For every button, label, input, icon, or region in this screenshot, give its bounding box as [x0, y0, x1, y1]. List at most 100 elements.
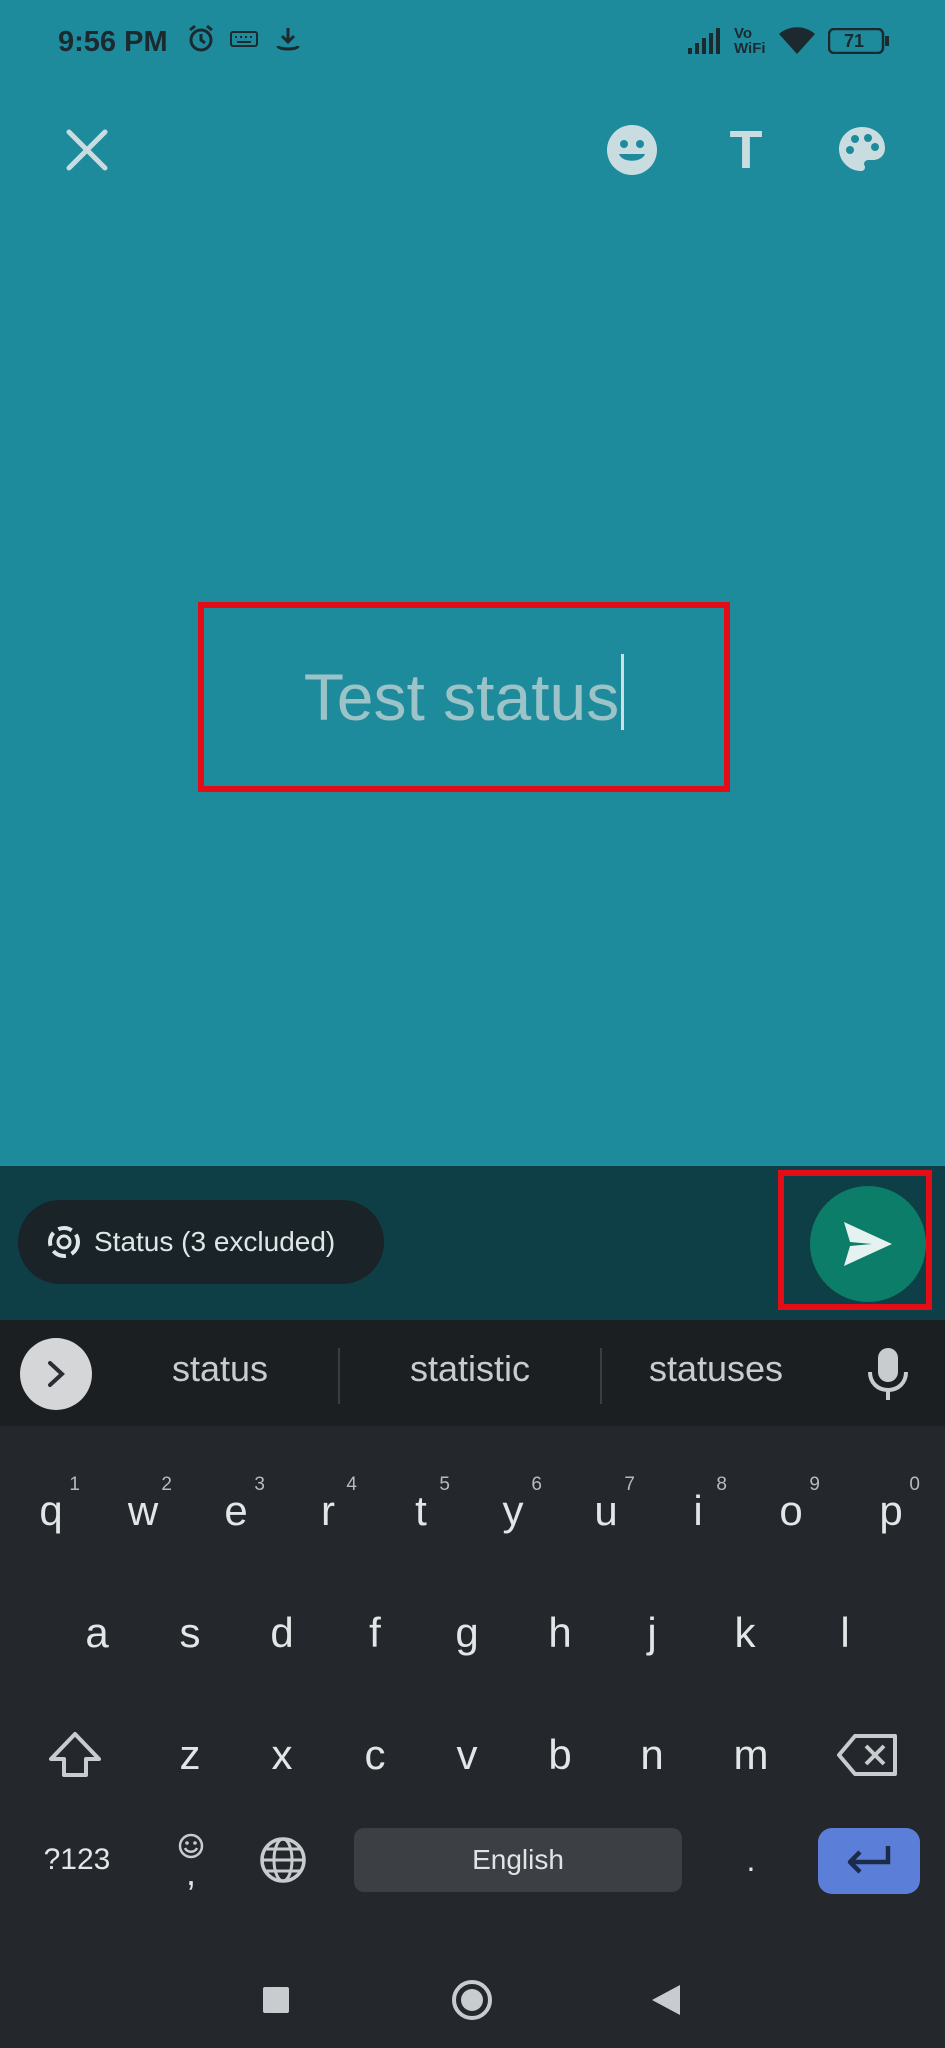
enter-key[interactable]: [818, 1828, 920, 1894]
editor-toolbar: T: [0, 110, 945, 200]
backspace-key[interactable]: [820, 1700, 916, 1810]
status-ring-icon: [46, 1224, 82, 1260]
key-w[interactable]: w2: [100, 1456, 186, 1566]
key-label: v: [456, 1731, 478, 1778]
battery-level: 71: [844, 31, 865, 51]
key-label: a: [85, 1609, 109, 1656]
key-label: e: [224, 1487, 248, 1534]
key-hint: 5: [439, 1474, 450, 1495]
key-label: f: [369, 1609, 381, 1656]
key-i[interactable]: i8: [655, 1456, 741, 1566]
palette-icon: [839, 127, 885, 171]
key-label: c: [364, 1731, 386, 1778]
key-e[interactable]: e3: [193, 1456, 279, 1566]
close-icon: [66, 129, 108, 171]
key-l[interactable]: l: [802, 1578, 888, 1688]
signal-icon: [686, 28, 722, 61]
vowifi-icon: Vo WiFi: [734, 26, 766, 56]
audience-selector[interactable]: Status (3 excluded): [18, 1200, 384, 1284]
wifi-icon: [778, 26, 816, 61]
send-panel: Status (3 excluded): [0, 1166, 945, 1320]
key-label: s: [179, 1609, 201, 1656]
send-icon: [844, 1222, 892, 1266]
key-d[interactable]: d: [239, 1578, 325, 1688]
key-y[interactable]: y6: [470, 1456, 556, 1566]
vowifi-top-text: Vo: [734, 25, 753, 42]
enter-icon: [847, 1846, 891, 1874]
shift-icon: [49, 1732, 101, 1777]
keyboard: status statistic statuses q1 w2 e3 r4 t5…: [0, 1320, 945, 2048]
chevron-right-icon: [48, 1361, 65, 1387]
key-r[interactable]: r4: [285, 1456, 371, 1566]
key-hint: 6: [531, 1474, 542, 1495]
key-v[interactable]: v: [424, 1700, 510, 1810]
audience-label: Status (3 excluded): [94, 1226, 336, 1257]
key-x[interactable]: x: [239, 1700, 325, 1810]
comma-key[interactable]: ,: [148, 1805, 234, 1915]
key-hint: 4: [346, 1474, 357, 1495]
language-key[interactable]: [240, 1805, 326, 1915]
key-h[interactable]: h: [517, 1578, 603, 1688]
recents-button[interactable]: [236, 1960, 316, 2040]
vowifi-bottom-text: WiFi: [734, 40, 766, 57]
key-j[interactable]: j: [609, 1578, 695, 1688]
key-m[interactable]: m: [708, 1700, 794, 1810]
key-label: d: [270, 1609, 294, 1656]
key-o[interactable]: o9: [748, 1456, 834, 1566]
key-label: j: [647, 1609, 657, 1656]
back-button[interactable]: [626, 1960, 706, 2040]
period-key[interactable]: .: [708, 1805, 794, 1915]
key-g[interactable]: g: [424, 1578, 510, 1688]
key-f[interactable]: f: [332, 1578, 418, 1688]
key-b[interactable]: b: [517, 1700, 603, 1810]
key-s[interactable]: s: [147, 1578, 233, 1688]
key-c[interactable]: c: [332, 1700, 418, 1810]
key-hint: 2: [161, 1474, 172, 1495]
status-text: Test status: [303, 660, 620, 734]
key-label: g: [455, 1609, 479, 1656]
key-n[interactable]: n: [609, 1700, 695, 1810]
key-label: r: [321, 1487, 335, 1534]
text-style-label: T: [729, 120, 763, 180]
key-z[interactable]: z: [147, 1700, 233, 1810]
suggestion-3[interactable]: statuses: [616, 1348, 816, 1390]
key-k[interactable]: k: [702, 1578, 788, 1688]
space-bar[interactable]: English: [354, 1828, 682, 1892]
key-p[interactable]: p0: [848, 1456, 934, 1566]
close-button[interactable]: [47, 110, 127, 190]
key-label: o: [779, 1487, 803, 1534]
suggestion-2[interactable]: statistic: [370, 1348, 570, 1390]
key-u[interactable]: u7: [563, 1456, 649, 1566]
suggestion-1[interactable]: status: [120, 1348, 320, 1390]
recents-icon: [263, 1987, 289, 2013]
clock: 9:56 PM: [58, 26, 168, 58]
key-label: w: [127, 1487, 159, 1534]
home-button[interactable]: [432, 1960, 512, 2040]
shift-key[interactable]: [30, 1700, 120, 1810]
globe-icon: [260, 1837, 306, 1883]
send-button[interactable]: [810, 1186, 926, 1302]
key-label: m: [733, 1731, 769, 1778]
key-label: n: [640, 1731, 664, 1778]
comma-label: ,: [185, 1852, 196, 1893]
key-hint: 3: [254, 1474, 265, 1495]
key-label: h: [548, 1609, 572, 1656]
key-a[interactable]: a: [54, 1578, 140, 1688]
symbols-key[interactable]: ?123: [22, 1805, 132, 1915]
key-hint: 8: [716, 1474, 727, 1495]
key-t[interactable]: t5: [378, 1456, 464, 1566]
color-palette-button[interactable]: [822, 110, 902, 190]
key-label: z: [179, 1731, 201, 1778]
mic-button[interactable]: [862, 1346, 914, 1407]
status-bar: 9:56 PM Vo WiFi 71: [0, 0, 945, 88]
emoji-icon: [607, 125, 657, 175]
expand-toolbar-button[interactable]: [20, 1338, 92, 1410]
key-label: x: [271, 1731, 293, 1778]
status-text-input[interactable]: Test status: [198, 602, 730, 792]
text-caret: [621, 654, 625, 730]
key-label: i: [693, 1487, 703, 1534]
emoji-button[interactable]: [592, 110, 672, 190]
alarm-icon: [186, 24, 216, 59]
key-q[interactable]: q1: [8, 1456, 94, 1566]
text-style-button[interactable]: T: [706, 110, 786, 190]
